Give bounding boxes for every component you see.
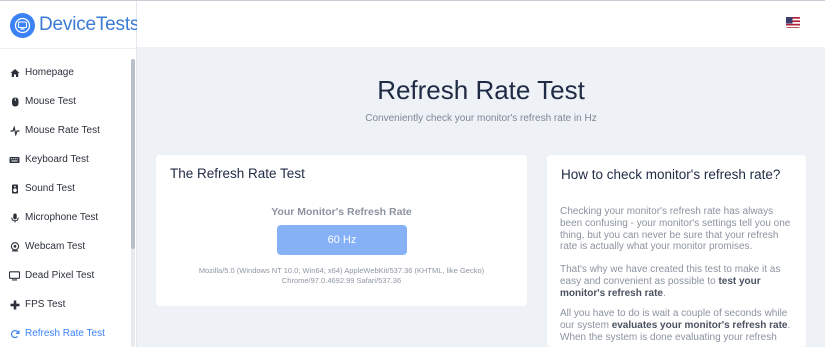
us-flag-icon[interactable]: [786, 16, 800, 28]
microphone-icon: [9, 212, 20, 223]
sidebar-item-sound-test[interactable]: Sound Test: [0, 174, 130, 203]
refresh-icon: [9, 328, 20, 339]
sidebar-item-label: Microphone Test: [25, 212, 99, 223]
gamepad-icon: [9, 299, 20, 310]
refresh-rate-test-card: The Refresh Rate Test Your Monitor's Ref…: [156, 155, 527, 306]
speaker-icon: [9, 183, 20, 194]
sidebar-scrollbar-thumb[interactable]: [131, 59, 135, 249]
card-title: How to check monitor's refresh rate?: [561, 167, 781, 182]
sidebar-item-label: FPS Test: [25, 299, 66, 310]
sidebar: DeviceTests Homepage Mouse Test Mouse Ra…: [0, 1, 139, 347]
sidebar-item-mouse-test[interactable]: Mouse Test: [0, 87, 130, 116]
sidebar-item-mouse-rate-test[interactable]: Mouse Rate Test: [0, 116, 130, 145]
sidebar-item-microphone-test[interactable]: Microphone Test: [0, 203, 130, 232]
user-agent-line: Mozilla/5.0 (Windows NT 10.0; Win64; x64…: [198, 266, 485, 275]
howto-paragraph: All you have to do is wait a couple of s…: [560, 308, 796, 343]
sidebar-item-keyboard-test[interactable]: Keyboard Test: [0, 145, 130, 174]
mouse-icon: [9, 96, 20, 107]
sidebar-item-label: Webcam Test: [25, 241, 86, 252]
sidebar-item-label: Mouse Rate Test: [25, 125, 100, 136]
howto-paragraph: Checking your monitor's refresh rate has…: [560, 206, 791, 253]
howto-paragraph: That's why we have created this test to …: [560, 264, 796, 299]
page-title: Refresh Rate Test: [377, 75, 585, 105]
sidebar-item-label: Dead Pixel Test: [25, 270, 95, 281]
sidebar-item-webcam-test[interactable]: Webcam Test: [0, 232, 130, 261]
user-agent-text: Mozilla/5.0 (Windows NT 10.0; Win64; x64…: [178, 266, 505, 286]
sidebar-item-label: Homepage: [25, 67, 74, 78]
nav-divider: [0, 48, 137, 49]
user-agent-line: Chrome/97.0.4692.99 Safari/537.36: [281, 276, 402, 285]
top-header: [137, 1, 825, 47]
howto-card: How to check monitor's refresh rate? Che…: [547, 155, 806, 347]
refresh-rate-label: Your Monitor's Refresh Rate: [271, 206, 412, 218]
refresh-rate-value-button[interactable]: 60 Hz: [277, 225, 407, 255]
brand-logo-icon: [10, 12, 35, 38]
sidebar-nav: Homepage Mouse Test Mouse Rate Test Keyb…: [0, 58, 130, 347]
home-icon: [9, 67, 20, 78]
monitor-icon: [9, 270, 20, 281]
sidebar-item-dead-pixel-test[interactable]: Dead Pixel Test: [0, 261, 130, 290]
card-title: The Refresh Rate Test: [170, 166, 305, 181]
sidebar-item-homepage[interactable]: Homepage: [0, 58, 130, 87]
paragraph-emphasis: evaluates your monitor's refresh rate: [611, 319, 788, 331]
webcam-icon: [9, 241, 20, 252]
keyboard-icon: [9, 154, 20, 165]
sidebar-item-label: Sound Test: [25, 183, 75, 194]
pulse-icon: [9, 125, 20, 136]
sidebar-item-label: Mouse Test: [25, 96, 76, 107]
brand-name: DeviceTests: [39, 14, 140, 35]
page-subtitle: Conveniently check your monitor's refres…: [365, 113, 597, 124]
sidebar-item-label: Refresh Rate Test: [25, 328, 105, 339]
paragraph-text: .: [662, 287, 666, 299]
sidebar-item-refresh-rate-test[interactable]: Refresh Rate Test: [0, 319, 130, 347]
brand-logo[interactable]: DeviceTests: [10, 12, 139, 38]
sidebar-item-fps-test[interactable]: FPS Test: [0, 290, 130, 319]
sidebar-item-label: Keyboard Test: [25, 154, 89, 165]
